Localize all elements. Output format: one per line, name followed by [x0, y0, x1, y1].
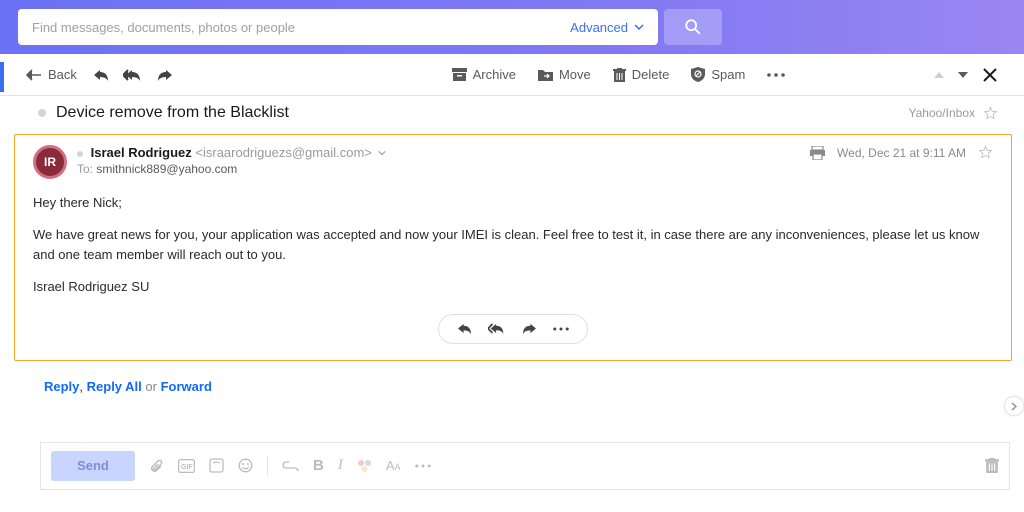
- subject-row: Device remove from the Blacklist Yahoo/I…: [0, 96, 1024, 130]
- side-expand-button[interactable]: [1004, 396, 1024, 416]
- emoji-icon[interactable]: [238, 458, 253, 473]
- message-subject: Device remove from the Blacklist: [56, 104, 289, 122]
- stationery-icon[interactable]: [209, 458, 224, 473]
- italic-icon[interactable]: I: [338, 457, 343, 474]
- compose-bar: Send GIF B I AA: [40, 442, 1010, 490]
- chevron-right-icon: [1011, 402, 1018, 411]
- forward-icon[interactable]: [522, 322, 537, 335]
- message-card: IR Israel Rodriguez <israarodriguezs@gma…: [14, 134, 1012, 361]
- archive-button[interactable]: Archive: [452, 67, 516, 82]
- more-icon[interactable]: [767, 73, 785, 77]
- top-bar: Advanced: [0, 0, 1024, 54]
- print-icon[interactable]: [810, 146, 825, 160]
- search-icon: [684, 18, 702, 36]
- sender-name: Israel Rodriguez: [91, 145, 192, 160]
- discard-button[interactable]: [985, 458, 999, 473]
- star-icon[interactable]: [983, 106, 998, 121]
- message-header: IR Israel Rodriguez <israarodriguezs@gma…: [33, 145, 993, 179]
- arrow-left-icon: [26, 69, 42, 81]
- delete-button[interactable]: Delete: [613, 67, 670, 82]
- message-meta: Wed, Dec 21 at 9:11 AM: [810, 145, 993, 160]
- advanced-search-button[interactable]: Advanced: [556, 9, 658, 45]
- divider: [267, 456, 268, 476]
- reply-all-link[interactable]: Reply All: [87, 379, 142, 394]
- to-value: smithnick889@yahoo.com: [96, 162, 237, 176]
- body-signature: Israel Rodriguez SU: [33, 277, 993, 297]
- folder-path: Yahoo/Inbox: [909, 106, 999, 121]
- reply-links: Reply, Reply All or Forward: [44, 379, 1024, 394]
- toolbar-actions: Archive Move Delete Spam: [322, 67, 786, 82]
- compose-icons: GIF B I AA: [149, 456, 431, 476]
- caret-up-icon[interactable]: [934, 71, 944, 79]
- chevron-down-icon: [634, 22, 644, 32]
- toolbar-right: [934, 67, 998, 83]
- caret-down-icon[interactable]: [958, 71, 968, 79]
- archive-icon: [452, 68, 467, 81]
- spam-button[interactable]: Spam: [691, 67, 745, 82]
- forward-icon[interactable]: [157, 68, 173, 82]
- back-button[interactable]: Back: [26, 67, 77, 82]
- move-icon: [538, 68, 553, 81]
- to-label: To:: [77, 162, 93, 176]
- inline-action-pill: [438, 314, 588, 344]
- more-icon[interactable]: [553, 327, 569, 331]
- reply-icon[interactable]: [457, 322, 472, 335]
- body-main: We have great news for you, your applica…: [33, 225, 993, 265]
- trash-icon: [985, 458, 999, 473]
- back-label: Back: [48, 67, 77, 82]
- message-body: Hey there Nick; We have great news for y…: [33, 193, 993, 298]
- svg-text:GIF: GIF: [181, 464, 193, 471]
- shield-icon: [691, 67, 705, 82]
- sender-block: Israel Rodriguez <israarodriguezs@gmail.…: [77, 145, 386, 176]
- text-color-icon[interactable]: [357, 459, 372, 473]
- search-input[interactable]: [18, 9, 556, 45]
- send-button[interactable]: Send: [51, 451, 135, 481]
- reply-link[interactable]: Reply: [44, 379, 79, 394]
- body-greeting: Hey there Nick;: [33, 193, 993, 213]
- search-button[interactable]: [664, 9, 722, 45]
- reply-icon[interactable]: [93, 68, 109, 82]
- close-icon[interactable]: [982, 67, 998, 83]
- more-icon[interactable]: [415, 464, 431, 468]
- attachment-icon[interactable]: [149, 458, 164, 474]
- unread-dot: [38, 109, 46, 117]
- or-text: or: [145, 379, 160, 394]
- search-container: Advanced: [18, 9, 658, 45]
- sender-dot: [77, 151, 83, 157]
- trash-icon: [613, 68, 626, 82]
- forward-link[interactable]: Forward: [161, 379, 212, 394]
- bold-icon[interactable]: B: [313, 457, 324, 474]
- left-edge-indicator: [0, 62, 4, 92]
- link-icon[interactable]: [282, 461, 299, 471]
- message-date: Wed, Dec 21 at 9:11 AM: [837, 146, 966, 160]
- star-icon[interactable]: [978, 145, 993, 160]
- advanced-label: Advanced: [570, 20, 628, 35]
- nav-icons: [93, 68, 173, 82]
- chevron-down-icon[interactable]: [378, 149, 386, 157]
- reply-all-icon[interactable]: [488, 322, 506, 335]
- avatar: IR: [33, 145, 67, 179]
- message-toolbar: Back Archive Move Delete Spam: [0, 54, 1024, 96]
- font-icon[interactable]: AA: [386, 458, 401, 473]
- gif-icon[interactable]: GIF: [178, 459, 195, 473]
- sender-email: <israarodriguezs@gmail.com>: [195, 145, 372, 160]
- reply-all-icon[interactable]: [123, 68, 143, 82]
- move-button[interactable]: Move: [538, 67, 591, 82]
